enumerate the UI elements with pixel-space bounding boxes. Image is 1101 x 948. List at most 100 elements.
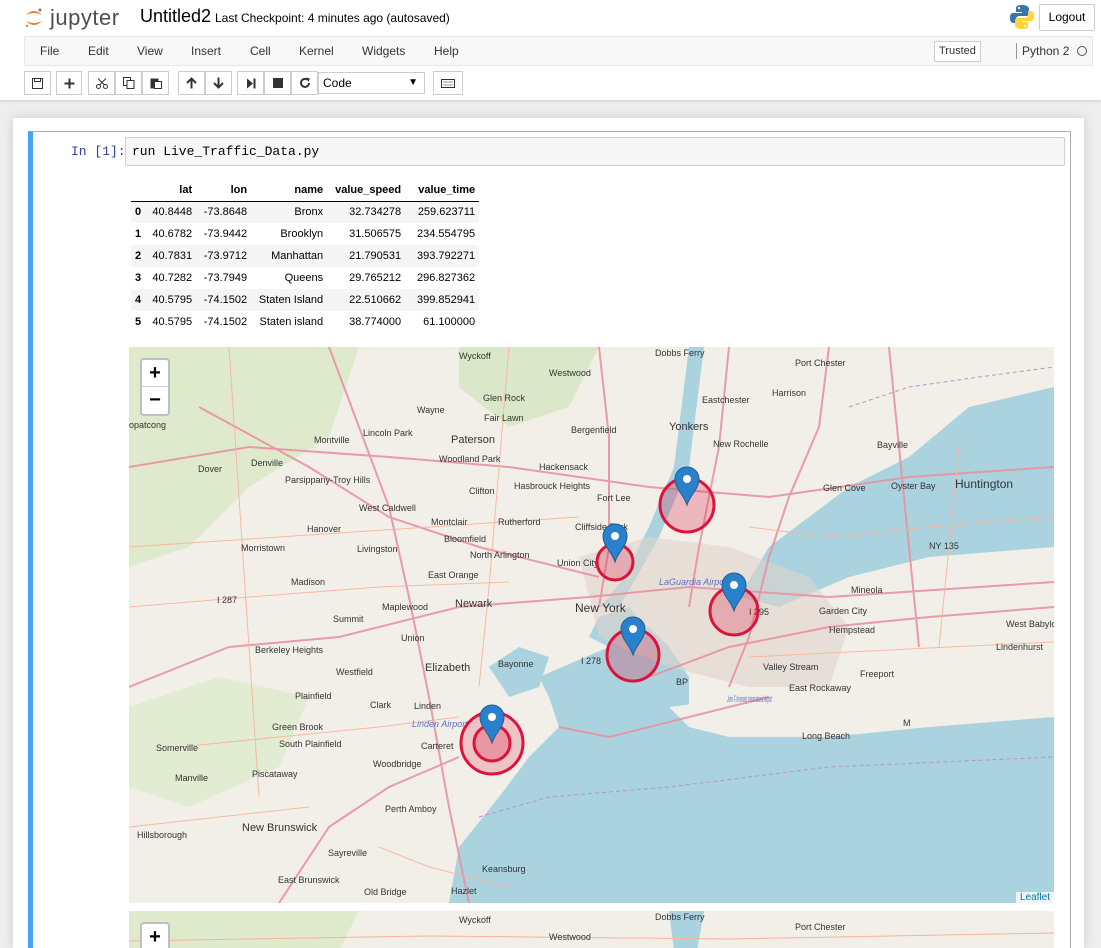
code-editor[interactable]: run Live_Traffic_Data.py	[125, 137, 1065, 166]
map-label: Bayonne	[498, 659, 534, 669]
paste-button[interactable]	[142, 71, 169, 95]
command-palette-button[interactable]	[433, 71, 463, 95]
menu-edit[interactable]: Edit	[88, 44, 109, 58]
menu-widgets[interactable]: Widgets	[362, 44, 405, 58]
map-label: Perth Amboy	[385, 804, 437, 814]
map-label: Wyckoff	[459, 351, 491, 361]
map-label: Dobbs Ferry	[655, 348, 705, 358]
copy-button[interactable]	[115, 71, 142, 95]
kernel-name: Python 2	[1022, 44, 1070, 58]
map-label: Piscataway	[252, 769, 298, 779]
table-cell: 40.7831	[152, 250, 193, 262]
map-label: Maplewood	[382, 602, 428, 612]
menu-cell[interactable]: Cell	[250, 44, 271, 58]
notebook-title[interactable]: Untitled2	[140, 6, 211, 27]
logout-button[interactable]: Logout	[1039, 4, 1095, 31]
menu-view[interactable]: View	[137, 44, 163, 58]
jupyter-logo[interactable]: jupyter	[24, 5, 120, 30]
map-label: Woodland Park	[439, 454, 501, 464]
restart-button[interactable]	[291, 71, 318, 95]
table-row: 2 40.7831 -73.9712 Manhattan 21.790531 3…	[131, 245, 480, 267]
table-cell: 22.510662	[349, 294, 402, 306]
menu-file[interactable]: File	[40, 44, 59, 58]
interrupt-button[interactable]	[264, 71, 291, 95]
map-view[interactable]: Dobbs Ferry Wyckoff Port Chester Westwoo…	[129, 347, 1054, 903]
table-cell: Manhattan	[271, 250, 324, 262]
plus-icon	[64, 78, 74, 88]
notebook-container: In [1]: run Live_Traffic_Data.py lat lon…	[13, 118, 1084, 948]
move-up-button[interactable]	[178, 71, 205, 95]
leaflet-attribution[interactable]: Leaflet	[1015, 892, 1054, 903]
insert-cell-button[interactable]	[56, 71, 82, 95]
zoom-in-button[interactable]: +	[142, 360, 168, 387]
map-marker-dot	[730, 581, 738, 589]
move-down-button[interactable]	[205, 71, 232, 95]
table-cell: Queens	[284, 272, 324, 284]
cut-button[interactable]	[88, 71, 115, 95]
table-cell: Brooklyn	[280, 228, 324, 240]
map-label: New Rochelle	[713, 439, 769, 449]
trusted-badge[interactable]: Trusted	[934, 41, 981, 62]
table-cell: 296.827362	[417, 272, 476, 284]
table-cell: 40.8448	[152, 206, 193, 219]
map-marker-dot	[611, 532, 619, 540]
map-label: Port Chester	[795, 358, 846, 368]
save-button[interactable]	[24, 71, 51, 95]
map-marker-dot	[488, 713, 496, 721]
map-label: BP	[676, 677, 688, 687]
table-cell: -73.9712	[203, 250, 248, 262]
menu-bar: File Edit View Insert Cell Kernel Widget…	[24, 36, 1093, 66]
table-cell: 234.554795	[417, 228, 476, 240]
checkpoint-status: Last Checkpoint: 4 minutes ago (autosave…	[215, 11, 450, 25]
row-index: 4	[135, 294, 142, 306]
table-row: 0 40.8448 -73.8648 Bronx 32.734278 259.6…	[131, 201, 480, 223]
map-label: Hazlet	[451, 886, 477, 896]
map-label: Oyster Bay	[891, 481, 936, 491]
zoom-in-button[interactable]: +	[142, 924, 168, 948]
menu-insert[interactable]: Insert	[191, 44, 221, 58]
kernel-idle-icon	[1077, 46, 1087, 56]
map-label: Woodbridge	[373, 759, 421, 769]
map-label: Huntington	[955, 477, 1013, 491]
map-label: New Brunswick	[242, 822, 318, 834]
menu-help[interactable]: Help	[434, 44, 459, 58]
table-cell: -74.1502	[203, 316, 248, 328]
code-cell[interactable]: In [1]: run Live_Traffic_Data.py lat lon…	[28, 131, 1071, 948]
table-cell: 38.774000	[349, 316, 402, 328]
table-cell: Staten Island	[258, 294, 324, 306]
python-logo-icon	[1009, 4, 1035, 30]
table-cell: 40.6782	[152, 228, 193, 240]
keyboard-icon	[441, 78, 455, 88]
map-label: Plainfield	[295, 691, 332, 701]
table-cell: -73.8648	[203, 206, 248, 219]
map-label: Yonkers	[669, 421, 709, 433]
table-cell: 259.623711	[417, 206, 476, 219]
run-button[interactable]	[237, 71, 264, 95]
map-canvas[interactable]: Dobbs Ferry Wyckoff Port Chester Westwoo…	[129, 347, 1054, 903]
map-label: Green Brook	[272, 722, 324, 732]
map-label: Fort Lee	[597, 493, 631, 503]
map-canvas-2[interactable]: Dobbs Ferry Wyckoff Port Chester Westwoo…	[129, 911, 1054, 948]
cell-type-select[interactable]: Code ▼	[318, 72, 425, 94]
map-label: East Orange	[428, 570, 479, 580]
map-label: Port Chester	[795, 922, 846, 932]
map-label: Old Bridge	[364, 887, 407, 897]
map-label: Sayreville	[328, 848, 367, 858]
dataframe-table: lat lon name value_speed value_time 0 40…	[131, 179, 480, 333]
table-cell: 40.5795	[152, 316, 193, 328]
table-cell: Staten island	[259, 316, 324, 328]
menu-kernel[interactable]: Kernel	[299, 44, 334, 58]
code-text: run Live_Traffic_Data.py	[132, 144, 320, 159]
map-view-2[interactable]: Dobbs Ferry Wyckoff Port Chester Westwoo…	[129, 911, 1054, 948]
zoom-control: + −	[140, 358, 170, 416]
zoom-out-button[interactable]: −	[142, 387, 168, 414]
map-marker-dot	[683, 475, 691, 483]
map-label: Rutherford	[498, 517, 541, 527]
table-header-row: lat lon name value_speed value_time	[131, 179, 480, 202]
jupyter-logo-text: jupyter	[50, 5, 120, 30]
table-cell: 32.734278	[349, 206, 402, 219]
map-label: Livingston	[357, 544, 398, 554]
map-label: Summit	[333, 614, 364, 624]
map-label: South Plainfield	[279, 739, 342, 749]
map-label: North Arlington	[470, 550, 530, 560]
